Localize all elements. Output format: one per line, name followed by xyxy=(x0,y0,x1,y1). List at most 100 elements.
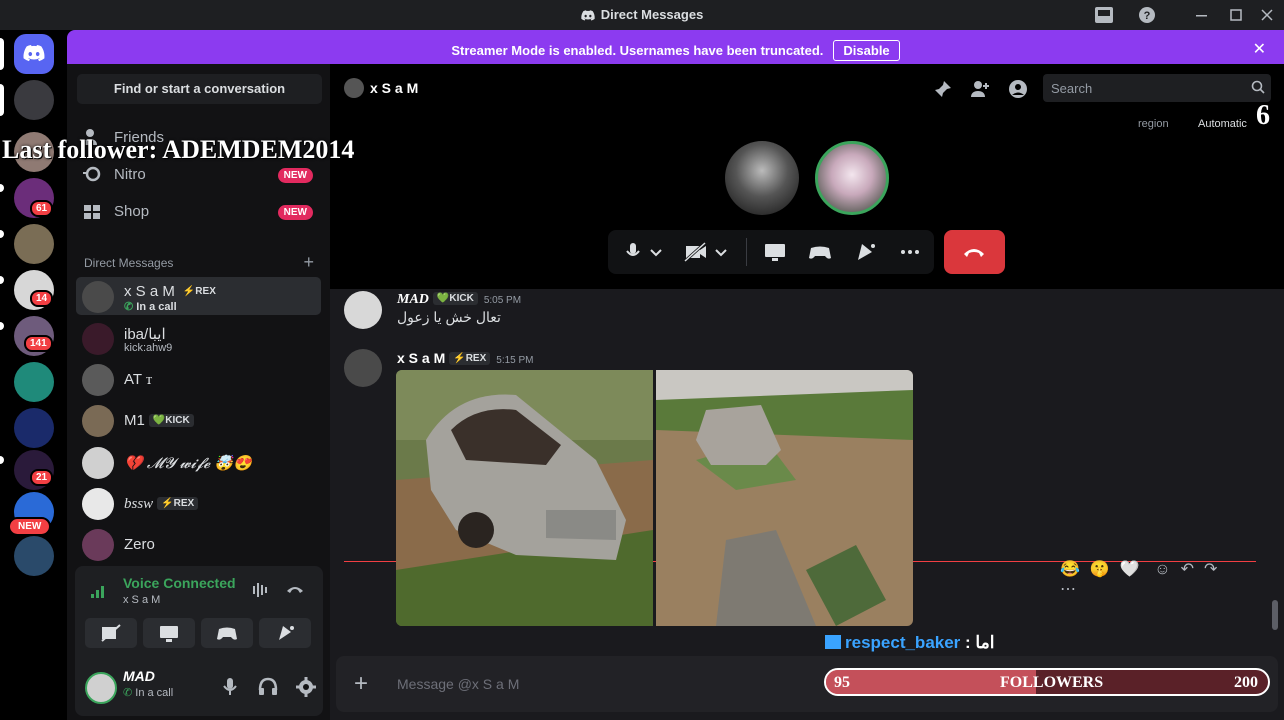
reply-icon[interactable]: ↶ xyxy=(1181,559,1194,579)
inbox-icon[interactable] xyxy=(1094,6,1114,24)
more-icon[interactable]: ⋯ xyxy=(1060,579,1076,599)
dm-item-my-wife[interactable]: 💔 𝓜𝓨 𝔀𝓲𝓯𝓮 🤯😍 xyxy=(76,443,321,481)
chat-username: respect_baker xyxy=(845,633,961,652)
activity-button[interactable] xyxy=(201,618,253,648)
region-select[interactable]: Automatic xyxy=(1198,118,1247,130)
activity-icon[interactable] xyxy=(805,240,835,264)
help-icon[interactable]: ? xyxy=(1138,6,1158,24)
headphones-icon[interactable] xyxy=(257,676,279,698)
user-name: MAD xyxy=(123,668,155,684)
avatar xyxy=(82,364,114,396)
user-panel: MAD ✆ In a call xyxy=(75,660,323,716)
signal-icon xyxy=(91,582,109,598)
camera-off-icon[interactable] xyxy=(680,240,710,264)
soundboard-button[interactable] xyxy=(259,618,311,648)
server-icon[interactable] xyxy=(14,224,54,264)
nitro-icon xyxy=(83,165,101,183)
find-conversation-button[interactable]: Find or start a conversation xyxy=(77,74,322,104)
attachment-image[interactable] xyxy=(396,370,653,626)
dm-name: Zero xyxy=(124,536,155,553)
call-controls xyxy=(608,230,934,274)
reaction-laugh[interactable]: 😂 xyxy=(1060,559,1080,579)
rex-tag: ⚡REX xyxy=(178,285,220,298)
microphone-icon[interactable] xyxy=(618,240,648,264)
dm-item-at[interactable]: AT ꭲ xyxy=(76,360,321,398)
message-avatar[interactable] xyxy=(344,349,382,387)
new-tag: NEW xyxy=(277,168,313,183)
dm-item-m1[interactable]: M1 💚KICK xyxy=(76,401,321,439)
soundboard-icon[interactable] xyxy=(850,240,880,264)
message-text: تعال خش يا زعول xyxy=(397,309,501,325)
camera-off-button[interactable] xyxy=(85,618,137,648)
dm-item-bssw[interactable]: bssw ⚡REX xyxy=(76,484,321,522)
noise-suppression-icon[interactable] xyxy=(251,582,271,598)
reaction-shush[interactable]: 🤫 xyxy=(1090,559,1110,579)
mention-badge: 61 xyxy=(30,200,54,217)
platform-icon xyxy=(825,635,841,649)
chevron-down-icon[interactable] xyxy=(713,240,743,264)
avatar xyxy=(82,529,114,561)
window-title: Direct Messages xyxy=(0,7,1284,22)
speaking-participant-avatar[interactable] xyxy=(815,141,889,215)
title-bar: Direct Messages ? xyxy=(0,0,1284,30)
message-avatar[interactable] xyxy=(344,291,382,329)
home-discord-icon[interactable] xyxy=(14,34,54,74)
search-input[interactable]: Search xyxy=(1043,74,1271,102)
counter-overlay: 6 xyxy=(1256,100,1270,131)
server-icon[interactable] xyxy=(14,362,54,402)
hangup-icon xyxy=(964,249,984,257)
dm-item-xsam[interactable]: x S a M ⚡REX ✆ In a call xyxy=(76,277,321,315)
close-window-icon[interactable] xyxy=(1260,6,1280,24)
disconnect-icon[interactable] xyxy=(285,580,305,598)
user-avatar[interactable] xyxy=(85,672,117,704)
unread-pill xyxy=(0,276,4,284)
pin-icon[interactable] xyxy=(933,79,953,99)
chevron-down-icon[interactable] xyxy=(648,240,678,264)
banner-message: Streamer Mode is enabled. Usernames have… xyxy=(67,40,1284,61)
nav-shop[interactable]: Shop NEW xyxy=(83,194,313,228)
message-list: MAD 💚KICK 5:05 PM تعال خش يا زعول x S a M ⚡… xyxy=(330,289,1284,720)
microphone-icon[interactable] xyxy=(219,676,241,698)
region-label: region xyxy=(1138,118,1169,130)
dm-name: bssw xyxy=(124,496,154,512)
disable-button[interactable]: Disable xyxy=(833,40,900,61)
server-icon[interactable] xyxy=(14,80,54,120)
message-time: 5:15 PM xyxy=(496,355,534,366)
selected-pill xyxy=(0,38,4,70)
dm-name: M1 xyxy=(124,412,145,429)
hangup-button[interactable] xyxy=(944,230,1005,274)
unread-pill xyxy=(0,184,4,192)
server-icon[interactable] xyxy=(14,408,54,448)
screenshare-button[interactable] xyxy=(143,618,195,648)
create-dm-plus-icon[interactable]: + xyxy=(303,252,314,273)
header-avatar xyxy=(344,78,364,98)
message-actions: 😂 🤫 🤍 ☺ ↶ ↷ ⋯ xyxy=(1060,559,1250,598)
last-follower-overlay: Last follower: ADEMDEM2014 xyxy=(2,135,355,164)
more-options-icon[interactable] xyxy=(895,240,925,264)
participant-avatar[interactable] xyxy=(725,141,799,215)
add-reaction-icon[interactable]: ☺ xyxy=(1154,561,1170,579)
dm-section-header: Direct Messages xyxy=(84,256,174,270)
add-friend-icon[interactable] xyxy=(970,79,990,99)
settings-gear-icon[interactable] xyxy=(295,676,317,698)
voice-status[interactable]: Voice Connected xyxy=(123,575,236,591)
server-icon[interactable] xyxy=(14,536,54,576)
reaction-heart[interactable]: 🤍 xyxy=(1120,559,1140,579)
scrollbar[interactable] xyxy=(1272,600,1278,630)
avatar xyxy=(82,405,114,437)
dm-item-iba[interactable]: iba/ايبا kick:ahw9 xyxy=(76,319,321,357)
message-composer: + Message @x S a M 95 FOLLOWERS 200 xyxy=(336,656,1278,712)
banner-close-icon[interactable]: ✕ xyxy=(1253,39,1266,59)
unread-pill xyxy=(0,84,4,116)
message-author: x S a M xyxy=(397,350,446,366)
minimize-icon[interactable] xyxy=(1195,6,1215,24)
forward-icon[interactable]: ↷ xyxy=(1204,559,1217,579)
mention-badge: 21 xyxy=(30,469,54,486)
attach-plus-icon[interactable]: + xyxy=(354,670,368,698)
dm-item-zero[interactable]: Zero xyxy=(76,525,321,563)
profile-icon[interactable] xyxy=(1008,79,1028,99)
message-input[interactable]: Message @x S a M xyxy=(397,676,519,692)
attachment-image[interactable] xyxy=(656,370,913,626)
maximize-icon[interactable] xyxy=(1229,6,1249,24)
screenshare-icon[interactable] xyxy=(760,240,790,264)
